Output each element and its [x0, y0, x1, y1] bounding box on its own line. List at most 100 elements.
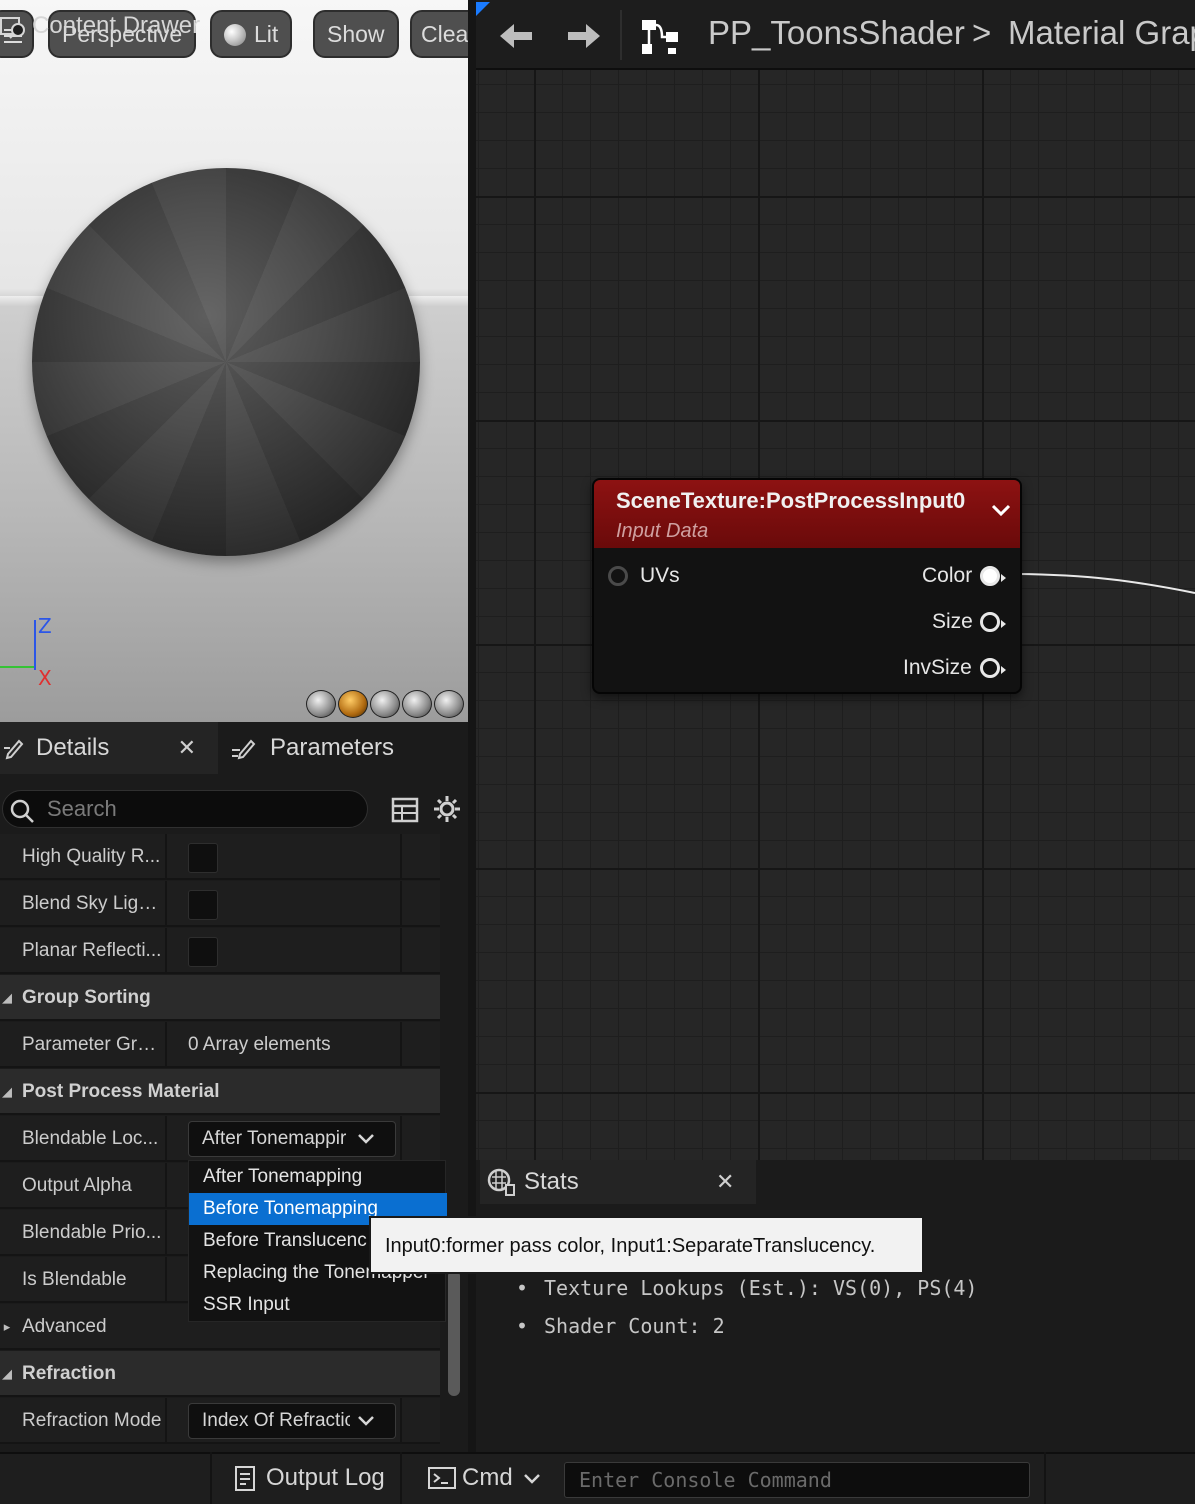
dropdown-option[interactable]: After Tonemapping: [189, 1161, 447, 1193]
is-blendable-label: Is Blendable: [22, 1269, 127, 1290]
tab-stats[interactable]: Stats ✕: [480, 1160, 756, 1204]
plane-icon[interactable]: [370, 690, 400, 718]
divider: [400, 834, 402, 880]
console-command-box[interactable]: [564, 1462, 1030, 1498]
table-view-icon[interactable]: [391, 796, 419, 824]
row-planar-reflection: Planar Reflecti...: [0, 928, 440, 974]
size-pin-label: Size: [932, 610, 973, 633]
color-pin-label: Color: [922, 564, 973, 587]
divider: [165, 881, 167, 927]
cube-icon[interactable]: [402, 690, 432, 718]
advanced-label: Advanced: [22, 1316, 107, 1337]
stats-line: • Shader Count: 2: [516, 1314, 725, 1338]
x-axis-label: X: [38, 666, 52, 690]
divider: [165, 1022, 167, 1068]
focus-corner-marker: [476, 2, 490, 16]
clear-label: Clea: [421, 21, 468, 47]
dropdown-option[interactable]: SSR Input: [189, 1289, 447, 1321]
chevron-down-icon[interactable]: [990, 500, 1012, 520]
graph-toolbar: PP_ToonsShader > Material Grap: [476, 0, 1195, 70]
close-icon[interactable]: ✕: [178, 735, 196, 761]
uvs-input-pin[interactable]: [608, 566, 628, 586]
divider: [165, 1398, 167, 1444]
group-sorting-label: Group Sorting: [22, 987, 151, 1008]
tab-parameters[interactable]: Parameters: [218, 722, 468, 774]
output-log-icon: [235, 1466, 255, 1491]
show-button[interactable]: Show: [313, 10, 399, 58]
clear-button[interactable]: Clea: [410, 10, 468, 58]
divider: [165, 1210, 167, 1256]
collapsed-chevron-icon: ▸: [3, 1319, 11, 1334]
divider: [165, 834, 167, 880]
blendable-location-combo[interactable]: After Tonemappir: [188, 1121, 396, 1157]
gear-icon[interactable]: [432, 794, 462, 824]
console-input[interactable]: [579, 1466, 1019, 1494]
stats-tab-label: Stats: [524, 1168, 579, 1195]
tab-parameters-label: Parameters: [270, 734, 395, 761]
forward-arrow-icon[interactable]: [566, 20, 602, 52]
pin-arrow-icon: [1001, 666, 1006, 674]
breadcrumb-graph[interactable]: Material Grap: [1008, 14, 1195, 52]
high-quality-label: High Quality R...: [22, 846, 161, 867]
terminal-icon: [428, 1467, 456, 1489]
tab-details[interactable]: Details ✕: [0, 722, 218, 774]
lit-mode-button[interactable]: Lit: [210, 10, 293, 58]
lit-sphere-icon: [224, 24, 246, 46]
category-post-process-material[interactable]: ◢ Post Process Material: [0, 1069, 440, 1115]
z-axis-label: Z: [38, 614, 52, 638]
chevron-down-icon: [523, 1474, 540, 1484]
invsize-output-pin[interactable]: [980, 658, 1000, 678]
expanded-chevron-icon: ◢: [2, 1366, 12, 1381]
category-refraction[interactable]: ◢ Refraction: [0, 1351, 440, 1397]
expanded-chevron-icon: ◢: [2, 1084, 12, 1099]
breadcrumb-separator: >: [972, 14, 992, 51]
tab-details-label: Details: [36, 734, 110, 761]
size-output-pin[interactable]: [980, 612, 1000, 632]
color-output-pin[interactable]: [980, 566, 1000, 586]
node-subtitle: Input Data: [616, 520, 709, 542]
planar-label: Planar Reflecti...: [22, 940, 162, 961]
search-icon: [10, 799, 34, 823]
divider: [400, 881, 402, 927]
details-scrollbar[interactable]: [448, 1270, 460, 1396]
blendable-location-value: After Tonemappir: [202, 1128, 347, 1149]
back-arrow-icon[interactable]: [498, 20, 534, 52]
breadcrumb-asset[interactable]: PP_ToonsShader: [708, 14, 965, 52]
pencil-icon: [4, 739, 24, 760]
search-input[interactable]: [47, 795, 347, 823]
high-quality-checkbox[interactable]: [188, 843, 218, 873]
uvs-pin-label: UVs: [640, 564, 680, 587]
preview-shape-selector: [306, 690, 464, 718]
bullet: •: [516, 1314, 529, 1338]
output-alpha-label: Output Alpha: [22, 1175, 132, 1196]
category-group-sorting[interactable]: ◢ Group Sorting: [0, 975, 440, 1021]
expanded-chevron-icon: ◢: [2, 990, 12, 1005]
material-preview-viewport[interactable]: Perspective Lit Show Clea Z X: [0, 0, 468, 722]
details-search[interactable]: [2, 790, 368, 828]
scene-texture-node[interactable]: SceneTexture:PostProcessInput0 Input Dat…: [592, 478, 1022, 694]
output-log-button[interactable]: Output Log: [234, 1460, 385, 1496]
cmd-label: Cmd: [462, 1464, 513, 1491]
parameter-groups-label: Parameter Gro...: [22, 1034, 162, 1055]
sphere-icon[interactable]: [338, 690, 368, 718]
chevron-down-icon: [358, 1134, 374, 1144]
divider: [400, 1398, 402, 1444]
content-drawer-label: Content Drawer: [32, 12, 201, 39]
refraction-mode-combo[interactable]: Index Of Refractic: [188, 1403, 396, 1439]
divider: [400, 1116, 402, 1162]
planar-checkbox[interactable]: [188, 937, 218, 967]
cylinder-icon[interactable]: [306, 690, 336, 718]
blend-sky-checkbox[interactable]: [188, 890, 218, 920]
divider: [400, 928, 402, 974]
content-drawer-button[interactable]: Content Drawer: [0, 8, 200, 44]
custom-mesh-icon[interactable]: [434, 690, 464, 718]
node-header: SceneTexture:PostProcessInput0 Input Dat…: [594, 480, 1020, 548]
show-label: Show: [327, 21, 385, 47]
row-blend-sky-light: Blend Sky Ligh...: [0, 881, 440, 927]
close-icon[interactable]: ✕: [716, 1169, 734, 1195]
divider: [165, 928, 167, 974]
row-parameter-groups: Parameter Gro... 0 Array elements: [0, 1022, 440, 1068]
blendable-location-label: Blendable Loc...: [22, 1128, 159, 1149]
cmd-selector[interactable]: Cmd: [428, 1460, 541, 1496]
post-process-label: Post Process Material: [22, 1081, 220, 1102]
